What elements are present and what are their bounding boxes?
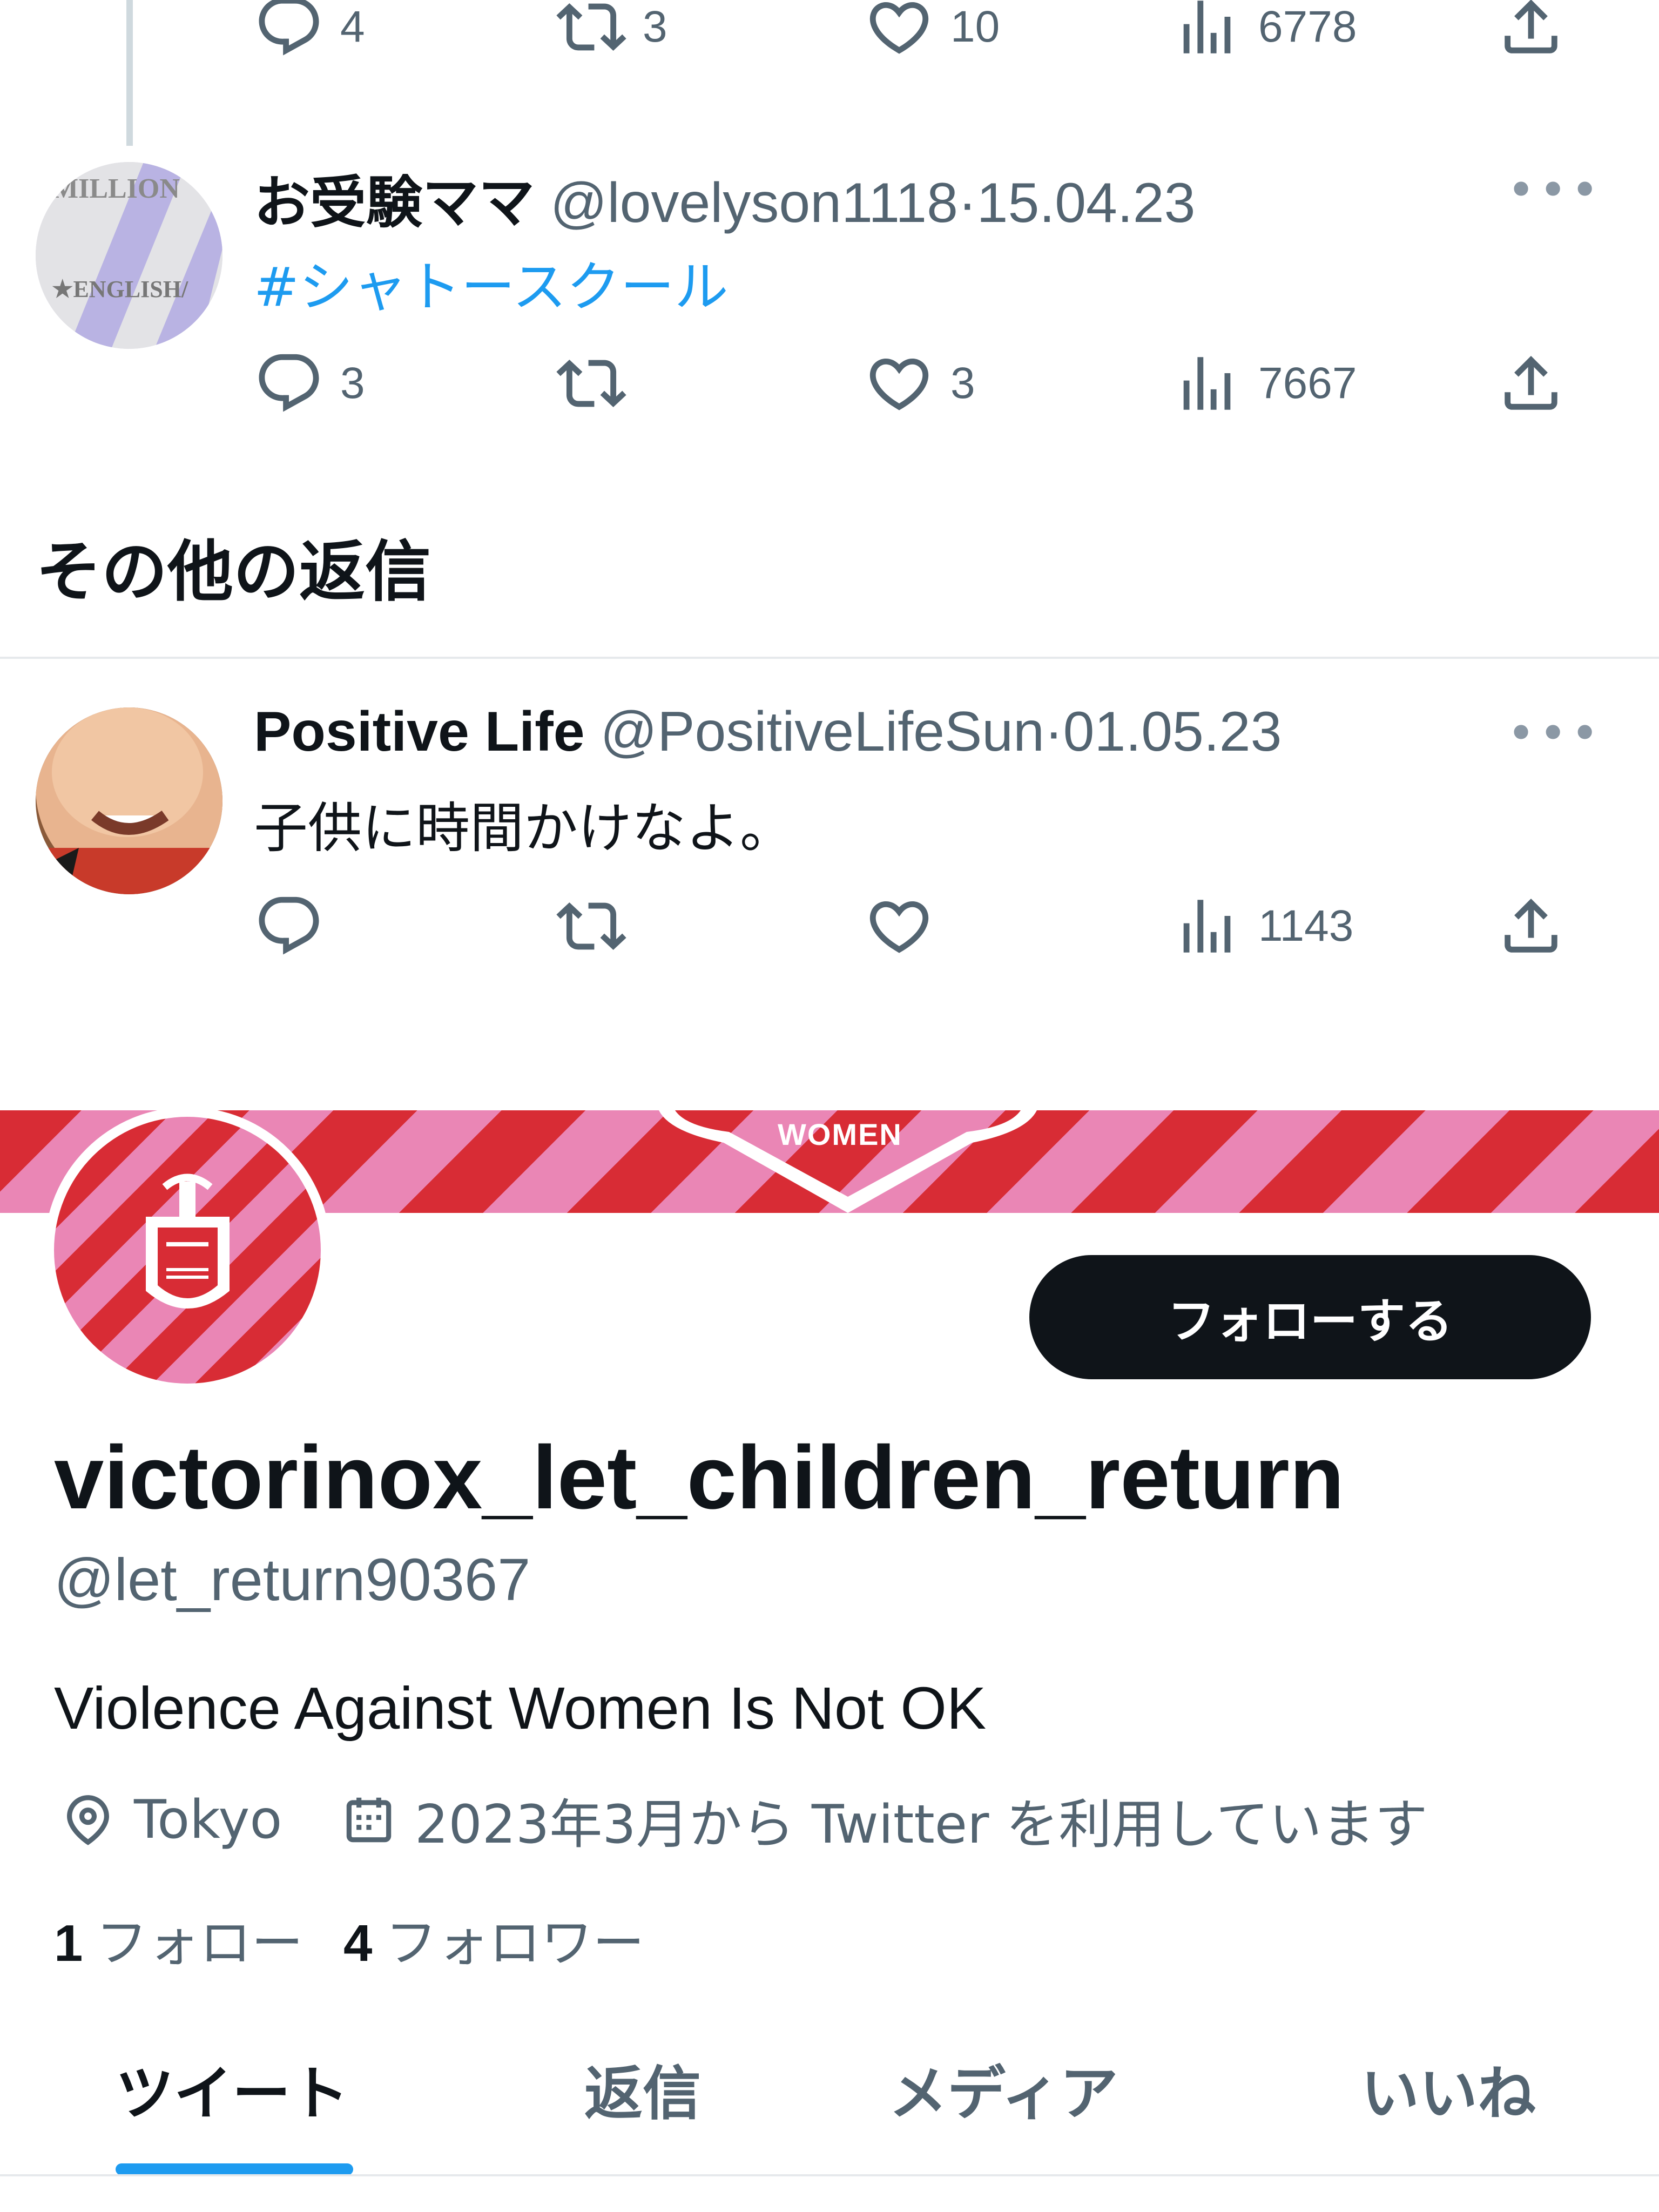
- location-pin-icon: [67, 1795, 109, 1845]
- like-icon: [864, 891, 934, 961]
- like-count: 3: [950, 359, 975, 408]
- reply-action[interactable]: 4: [254, 0, 365, 59]
- share-action[interactable]: [1496, 0, 1566, 59]
- views-action[interactable]: 7667: [1172, 351, 1357, 416]
- views-count: 7667: [1258, 359, 1357, 408]
- retweet-count: 3: [643, 2, 667, 51]
- avatar-text-top: MILLION: [52, 173, 180, 204]
- tweet-text: 子供に時間かけなよ。: [254, 797, 794, 860]
- tweet-date[interactable]: 01.05.23: [1063, 700, 1282, 763]
- joined-text: 2023年3月から Twitter を利用しています: [415, 1794, 1428, 1856]
- tab-likes[interactable]: いいね: [1361, 2047, 1536, 2131]
- views-count: 1143: [1258, 901, 1354, 950]
- profile-joined: 2023年3月から Twitter を利用しています: [339, 1782, 1428, 1858]
- author-name[interactable]: お受験ママ: [254, 172, 535, 234]
- author-handle[interactable]: @lovelyson1118: [550, 172, 958, 234]
- following-stat[interactable]: 1 フォロー: [54, 1901, 303, 1976]
- retweet-icon: [556, 0, 626, 62]
- avatar-image: [36, 707, 222, 894]
- tweet-header: Positive Life @PositiveLifeSun·01.05.23: [254, 700, 1282, 764]
- author-handle[interactable]: @PositiveLifeSun: [601, 700, 1044, 763]
- followers-count: 4: [343, 1914, 373, 1972]
- tweet-actions: 1143: [254, 894, 1593, 959]
- profile-location: Tokyo: [58, 1782, 282, 1858]
- thread-connector-line: [126, 0, 133, 146]
- calendar-icon: [346, 1797, 392, 1843]
- more-options-icon[interactable]: •••: [1507, 162, 1602, 219]
- retweet-action[interactable]: [556, 351, 643, 416]
- active-tab-indicator: [116, 2163, 353, 2175]
- reply-action[interactable]: 3: [254, 351, 365, 416]
- tab-media[interactable]: メディア: [889, 2047, 1118, 2131]
- profile-bio: Violence Against Women Is Not OK: [54, 1675, 987, 1742]
- reply-count: 3: [340, 359, 365, 408]
- section-title: その他の返信: [36, 534, 431, 610]
- views-icon: [1172, 0, 1242, 62]
- reply-action[interactable]: [254, 894, 340, 959]
- like-action[interactable]: 10: [864, 0, 1000, 59]
- like-action[interactable]: [864, 894, 950, 959]
- share-icon: [1496, 0, 1566, 62]
- views-action[interactable]: 6778: [1172, 0, 1357, 59]
- tweet-actions: 3 3 7667: [254, 351, 1593, 416]
- author-name[interactable]: Positive Life: [254, 700, 585, 763]
- like-count: 10: [950, 2, 1000, 51]
- views-icon: [1172, 891, 1242, 961]
- separator-dot: ·: [958, 172, 977, 234]
- reply-icon: [254, 348, 324, 419]
- share-action[interactable]: [1496, 894, 1566, 959]
- avatar-text-bottom: ★ENGLISH/: [52, 276, 188, 302]
- followers-stat[interactable]: 4 フォロワー: [343, 1901, 644, 1976]
- tabs-divider: [0, 2174, 1659, 2176]
- profile-avatar[interactable]: [44, 1107, 331, 1393]
- share-icon: [1496, 891, 1566, 961]
- follow-button[interactable]: フォローする: [1029, 1255, 1591, 1379]
- shield-logo-icon: [146, 1174, 230, 1309]
- tab-tweets[interactable]: ツイート: [116, 2047, 349, 2131]
- retweet-icon: [556, 891, 626, 961]
- banner-text: WOMEN: [778, 1117, 902, 1151]
- share-action[interactable]: [1496, 351, 1566, 416]
- tweet-actions: 4 3 10 6778: [254, 0, 1593, 59]
- reply-count: 4: [340, 2, 365, 51]
- avatar[interactable]: [36, 707, 222, 894]
- tweet-hashtag[interactable]: #シャトースクール: [254, 243, 729, 321]
- tweet-date[interactable]: 15.04.23: [977, 172, 1196, 234]
- views-action[interactable]: 1143: [1172, 894, 1353, 959]
- retweet-action[interactable]: 3: [556, 0, 667, 59]
- profile-avatar-image: [54, 1117, 321, 1384]
- following-label: フォロー: [96, 1913, 304, 1973]
- reply-icon: [254, 891, 324, 961]
- like-action[interactable]: 3: [864, 351, 975, 416]
- following-count: 1: [54, 1914, 83, 1972]
- share-icon: [1496, 348, 1566, 419]
- reply-icon: [254, 0, 324, 62]
- separator-dot: ·: [1044, 700, 1063, 763]
- views-count: 6778: [1258, 2, 1357, 51]
- views-icon: [1172, 348, 1242, 419]
- location-text: Tokyo: [134, 1789, 282, 1851]
- tweet-header: お受験ママ @lovelyson1118·15.04.23: [254, 157, 1195, 238]
- followers-label: フォロワー: [385, 1913, 645, 1973]
- tab-replies[interactable]: 返信: [584, 2047, 701, 2131]
- retweet-action[interactable]: [556, 894, 643, 959]
- profile-display-name: victorinox_let_children_return: [54, 1428, 1345, 1528]
- avatar[interactable]: MILLION ★ENGLISH/: [36, 162, 222, 349]
- profile-handle: @let_return90367: [54, 1547, 531, 1613]
- retweet-icon: [556, 348, 626, 419]
- more-options-icon[interactable]: •••: [1507, 705, 1602, 762]
- like-icon: [864, 348, 934, 419]
- divider: [0, 657, 1659, 659]
- like-icon: [864, 0, 934, 62]
